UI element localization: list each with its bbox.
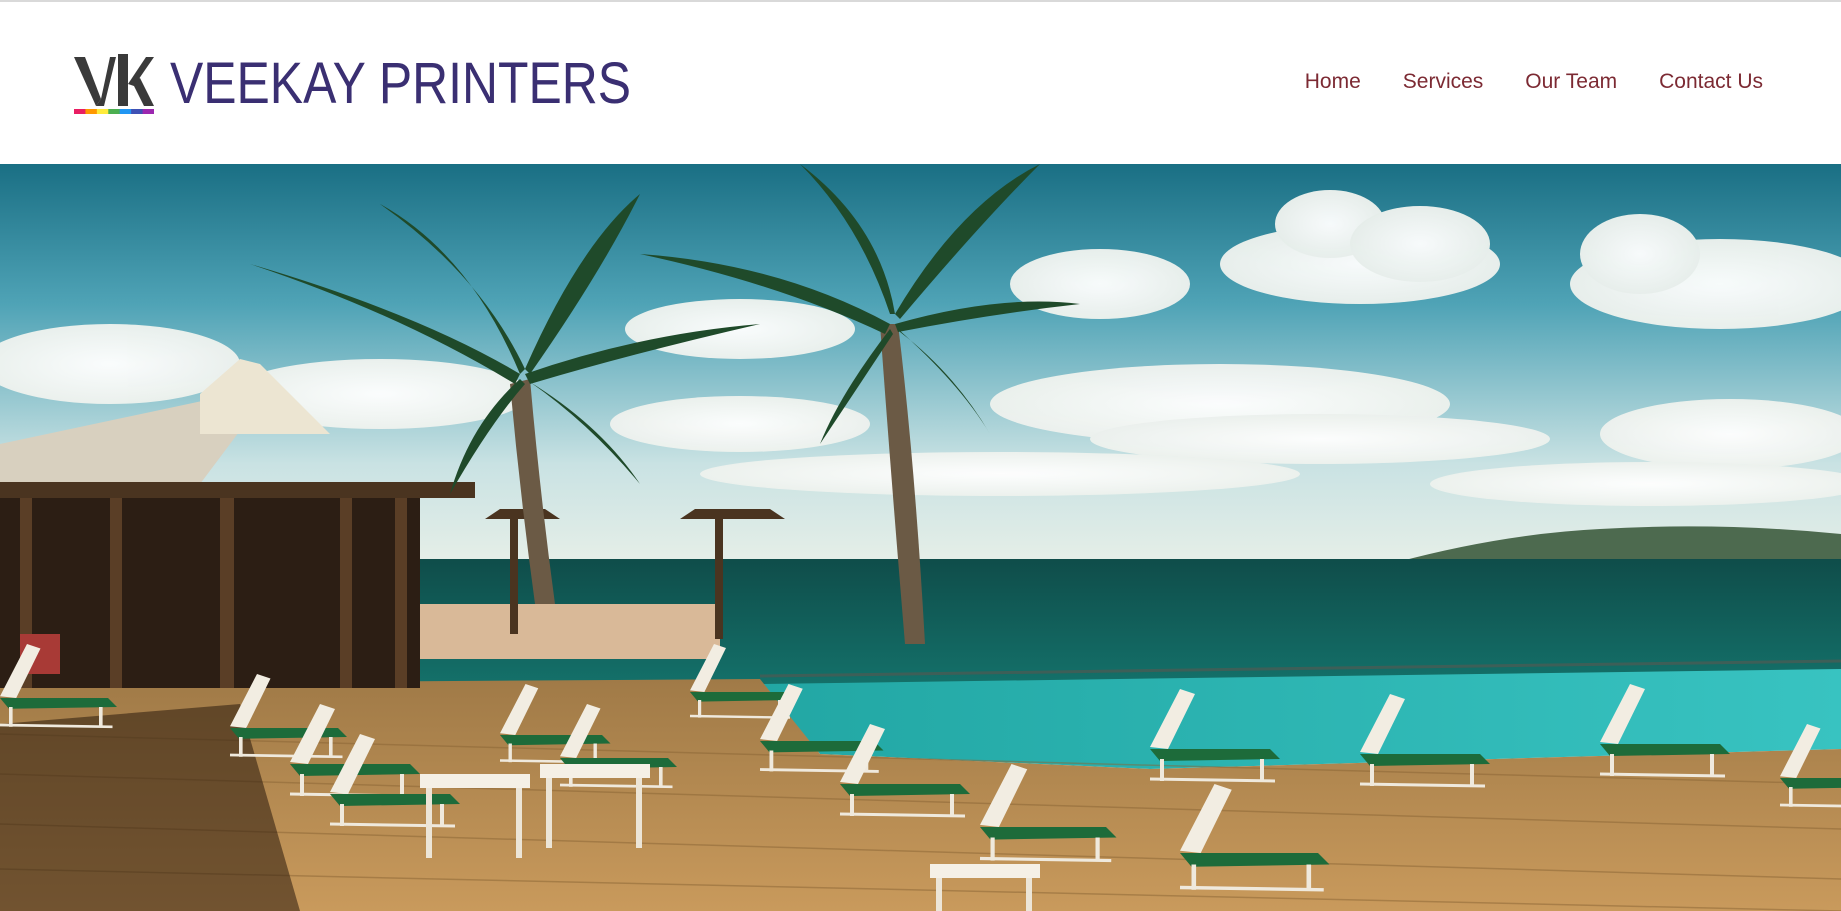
brand-name: VEEKAY PRINTERS — [170, 51, 632, 116]
resort-scene-illustration — [0, 164, 1841, 911]
site-header: VEEKAY PRINTERS Home Services Our Team C… — [0, 2, 1841, 164]
site-logo[interactable]: VEEKAY PRINTERS — [74, 54, 706, 114]
hero-banner-image — [0, 164, 1841, 911]
nav-services[interactable]: Services — [1403, 70, 1484, 94]
nav-home[interactable]: Home — [1305, 70, 1361, 94]
nav-our-team[interactable]: Our Team — [1525, 70, 1617, 94]
vk-logo-icon — [74, 54, 154, 114]
nav-contact-us[interactable]: Contact Us — [1659, 70, 1763, 94]
main-nav: Home Services Our Team Contact Us — [1305, 70, 1763, 94]
